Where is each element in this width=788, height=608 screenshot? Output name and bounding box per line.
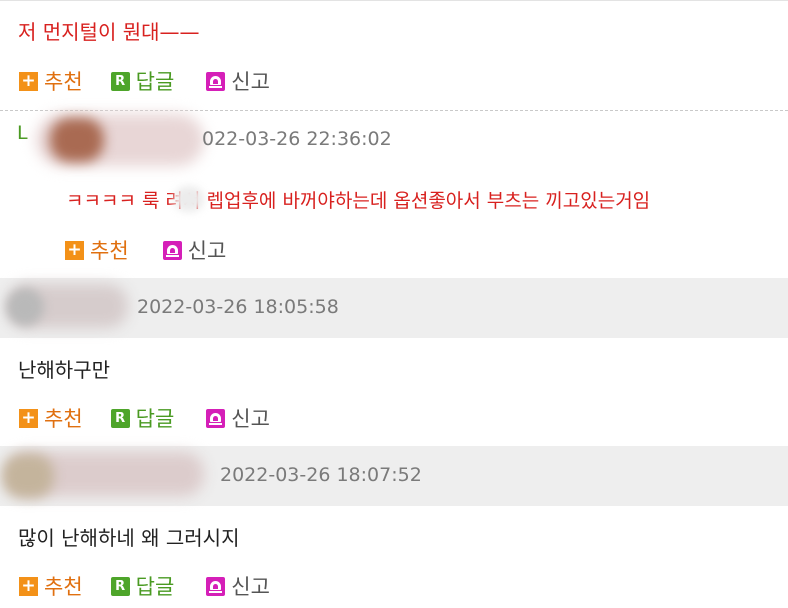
avatar[interactable] — [2, 454, 54, 498]
comment-timestamp: 022-03-26 22:36:02 — [202, 128, 392, 150]
comment-actions: + 추천 R 답글 신고 — [19, 66, 270, 96]
comment-timestamp: 2022-03-26 18:07:52 — [220, 464, 422, 486]
comment-actions: + 추천 신고 — [65, 235, 226, 265]
comment-text: ㅋㅋㅋㅋ 룩 려서 렙업후에 바꺼야하는데 옵션좋아서 부츠는 끼고있는거임 — [66, 190, 651, 212]
reply-button[interactable]: R 답글 — [110, 66, 174, 96]
reply-button[interactable]: R 답글 — [110, 403, 174, 433]
recommend-button[interactable]: + 추천 — [19, 403, 83, 433]
report-button[interactable]: 신고 — [162, 235, 226, 265]
recommend-button[interactable]: + 추천 — [19, 66, 83, 96]
reply-icon: R — [110, 576, 130, 596]
reply-divider — [0, 110, 788, 111]
comment-text: 많이 난해하네 왜 그러시지 — [18, 526, 240, 550]
comment-timestamp: 2022-03-26 18:05:58 — [137, 296, 339, 318]
siren-icon — [206, 71, 226, 91]
siren-icon — [206, 576, 226, 596]
avatar[interactable] — [6, 288, 44, 326]
redacted-text — [174, 186, 204, 212]
report-button[interactable]: 신고 — [206, 66, 270, 96]
recommend-button[interactable]: + 추천 — [65, 235, 129, 265]
recommend-button[interactable]: + 추천 — [19, 571, 83, 601]
reply-icon: R — [110, 71, 130, 91]
comment-actions: + 추천 R 답글 신고 — [19, 571, 270, 601]
comment-text: 난해하구만 — [18, 358, 110, 382]
reply-icon: R — [110, 408, 130, 428]
report-button[interactable]: 신고 — [206, 403, 270, 433]
report-button[interactable]: 신고 — [206, 571, 270, 601]
plus-icon: + — [19, 576, 38, 596]
reply-button[interactable]: R 답글 — [110, 571, 174, 601]
siren-icon — [162, 240, 182, 260]
avatar[interactable] — [50, 118, 104, 162]
plus-icon: + — [19, 71, 38, 91]
author-initial: L — [17, 122, 28, 144]
plus-icon: + — [19, 408, 38, 428]
siren-icon — [206, 408, 226, 428]
top-border — [0, 0, 788, 1]
comment-text: 저 먼지털이 뭔대—— — [18, 20, 200, 44]
plus-icon: + — [65, 240, 84, 260]
comment-actions: + 추천 R 답글 신고 — [19, 403, 270, 433]
